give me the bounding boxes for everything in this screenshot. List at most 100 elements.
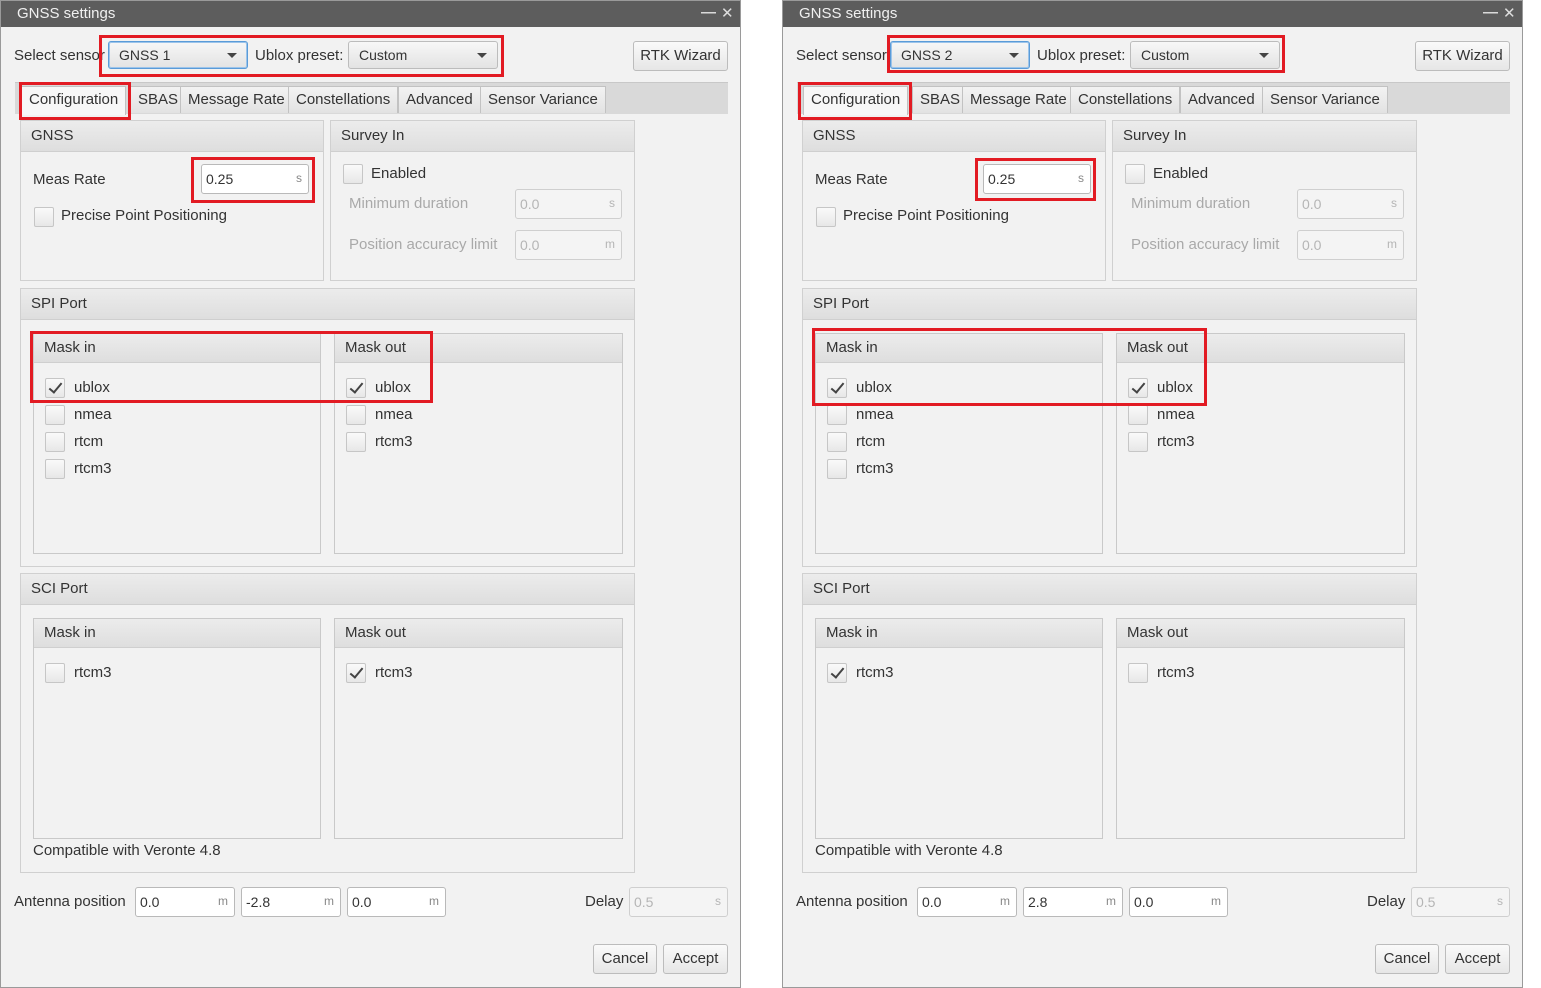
spi-mask-in-nmea-checkbox[interactable] <box>45 405 65 425</box>
spi-mask-in-rtcm3-checkbox[interactable] <box>827 459 847 479</box>
rtk-wizard-button[interactable]: RTK Wizard <box>633 41 728 71</box>
compatibility-note: Compatible with Veronte 4.8 <box>33 842 221 859</box>
survey-in-panel: Survey In Enabled Minimum duration 0.0 s… <box>330 120 635 281</box>
spi-mask-out-rtcm3-checkbox[interactable] <box>346 432 366 452</box>
antenna-y-input[interactable]: 2.8 m <box>1023 887 1123 917</box>
sensor-select[interactable]: GNSS 1 <box>108 41 248 69</box>
sci-mask-in-rtcm3-checkbox[interactable] <box>45 663 65 683</box>
position-accuracy-value: 0.0 <box>1302 237 1322 253</box>
spi-mask-in-rtcm3-label: rtcm3 <box>856 460 894 477</box>
survey-enabled-label: Enabled <box>1153 165 1209 182</box>
sci-mask-out-rtcm3-checkbox[interactable] <box>346 663 366 683</box>
spi-mask-out-nmea-label: nmea <box>375 406 413 423</box>
minimum-duration-value: 0.0 <box>1302 196 1322 212</box>
tab-message-rate[interactable]: Message Rate <box>180 86 293 113</box>
delay-label: Delay <box>1367 893 1406 910</box>
antenna-y-value: -2.8 <box>246 894 271 910</box>
ppp-checkbox[interactable] <box>816 207 836 227</box>
delay-input[interactable]: 0.5 s <box>629 887 728 917</box>
minimum-duration-input[interactable]: 0.0 s <box>515 189 622 219</box>
survey-enabled-checkbox[interactable] <box>343 164 363 184</box>
spi-mask-out-ublox-checkbox[interactable] <box>1128 378 1148 398</box>
minimum-duration-label: Minimum duration <box>349 195 469 212</box>
antenna-y-unit: m <box>324 894 334 908</box>
position-accuracy-input[interactable]: 0.0 m <box>515 230 622 260</box>
tab-constellations[interactable]: Constellations <box>1070 86 1181 113</box>
minimize-icon[interactable]: — <box>701 4 716 21</box>
tab-constellations[interactable]: Constellations <box>288 86 399 113</box>
spi-mask-out-nmea-checkbox[interactable] <box>346 405 366 425</box>
tab-sensor-variance[interactable]: Sensor Variance <box>480 86 606 113</box>
position-accuracy-value: 0.0 <box>520 237 540 253</box>
spi-mask-out-ublox-checkbox[interactable] <box>346 378 366 398</box>
spi-mask-in-ublox-checkbox[interactable] <box>45 378 65 398</box>
minimum-duration-unit: s <box>1391 196 1397 210</box>
spi-mask-in-rtcm-label: rtcm <box>856 433 886 450</box>
antenna-x-input[interactable]: 0.0 m <box>917 887 1017 917</box>
spi-mask-in-rtcm-label: rtcm <box>74 433 104 450</box>
sci-port-title: SCI Port <box>31 580 88 597</box>
meas-rate-input[interactable]: 0.25 s <box>983 164 1091 194</box>
meas-rate-input[interactable]: 0.25 s <box>201 164 309 194</box>
spi-mask-in-group: Mask in ublox nmea rtcm rtcm3 <box>815 333 1103 554</box>
meas-rate-value: 0.25 <box>988 171 1016 187</box>
tab-advanced[interactable]: Advanced <box>1180 86 1263 113</box>
sci-mask-in-rtcm3-checkbox[interactable] <box>827 663 847 683</box>
tab-sensor-variance[interactable]: Sensor Variance <box>1262 86 1388 113</box>
survey-in-panel-title: Survey In <box>341 127 405 144</box>
spi-mask-in-rtcm-checkbox[interactable] <box>45 432 65 452</box>
minimize-icon[interactable]: — <box>1483 4 1498 21</box>
spi-mask-in-ublox-checkbox[interactable] <box>827 378 847 398</box>
accept-button[interactable]: Accept <box>663 944 728 974</box>
spi-mask-out-nmea-checkbox[interactable] <box>1128 405 1148 425</box>
spi-mask-in-rtcm3-checkbox[interactable] <box>45 459 65 479</box>
survey-in-panel-title: Survey In <box>1123 127 1187 144</box>
antenna-z-input[interactable]: 0.0 m <box>347 887 446 917</box>
tab-sbas[interactable]: SBAS <box>130 86 187 113</box>
sci-port-panel: SCI Port Mask in rtcm3 Mask out rtcm3 Co… <box>802 573 1417 873</box>
spi-mask-out-group: Mask out ublox nmea rtcm3 <box>334 333 623 554</box>
position-accuracy-input[interactable]: 0.0 m <box>1297 230 1404 260</box>
cancel-button[interactable]: Cancel <box>593 944 657 974</box>
tab-advanced[interactable]: Advanced <box>398 86 481 113</box>
sci-mask-out-header: Mask out <box>1117 619 1404 648</box>
survey-enabled-checkbox[interactable] <box>1125 164 1145 184</box>
close-icon[interactable]: ✕ <box>1503 4 1516 22</box>
antenna-x-value: 0.0 <box>922 894 942 910</box>
tab-configuration[interactable]: Configuration <box>21 86 127 115</box>
sci-mask-in-group: Mask in rtcm3 <box>815 618 1103 839</box>
spi-mask-in-nmea-checkbox[interactable] <box>827 405 847 425</box>
sci-mask-out-rtcm3-checkbox[interactable] <box>1128 663 1148 683</box>
gnss-panel-header: GNSS <box>21 121 323 152</box>
antenna-z-unit: m <box>1211 894 1221 908</box>
delay-input[interactable]: 0.5 s <box>1411 887 1510 917</box>
rtk-wizard-button[interactable]: RTK Wizard <box>1415 41 1510 71</box>
sensor-select-value: GNSS 1 <box>119 47 171 63</box>
sci-mask-out-rtcm3-label: rtcm3 <box>375 664 413 681</box>
survey-in-panel: Survey In Enabled Minimum duration 0.0 s… <box>1112 120 1417 281</box>
sensor-select-value: GNSS 2 <box>901 47 953 63</box>
ublox-preset-label: Ublox preset: <box>255 47 344 64</box>
spi-mask-in-nmea-label: nmea <box>856 406 894 423</box>
ppp-checkbox[interactable] <box>34 207 54 227</box>
antenna-y-input[interactable]: -2.8 m <box>241 887 341 917</box>
cancel-button[interactable]: Cancel <box>1375 944 1439 974</box>
spi-mask-out-rtcm3-checkbox[interactable] <box>1128 432 1148 452</box>
sensor-select[interactable]: GNSS 2 <box>890 41 1030 69</box>
tab-configuration[interactable]: Configuration <box>803 86 909 115</box>
spi-mask-in-rtcm-checkbox[interactable] <box>827 432 847 452</box>
close-icon[interactable]: ✕ <box>721 4 734 22</box>
gnss-panel: GNSS Meas Rate 0.25 s Precise Point Posi… <box>20 120 324 281</box>
ublox-preset-select[interactable]: Custom <box>348 41 498 69</box>
antenna-z-input[interactable]: 0.0 m <box>1129 887 1228 917</box>
ublox-preset-select[interactable]: Custom <box>1130 41 1280 69</box>
minimum-duration-label: Minimum duration <box>1131 195 1251 212</box>
tab-sbas[interactable]: SBAS <box>912 86 969 113</box>
accept-button[interactable]: Accept <box>1445 944 1510 974</box>
tab-message-rate[interactable]: Message Rate <box>962 86 1075 113</box>
chevron-down-icon <box>227 53 237 58</box>
minimum-duration-input[interactable]: 0.0 s <box>1297 189 1404 219</box>
minimum-duration-value: 0.0 <box>520 196 540 212</box>
antenna-x-input[interactable]: 0.0 m <box>135 887 235 917</box>
sci-port-title: SCI Port <box>813 580 870 597</box>
